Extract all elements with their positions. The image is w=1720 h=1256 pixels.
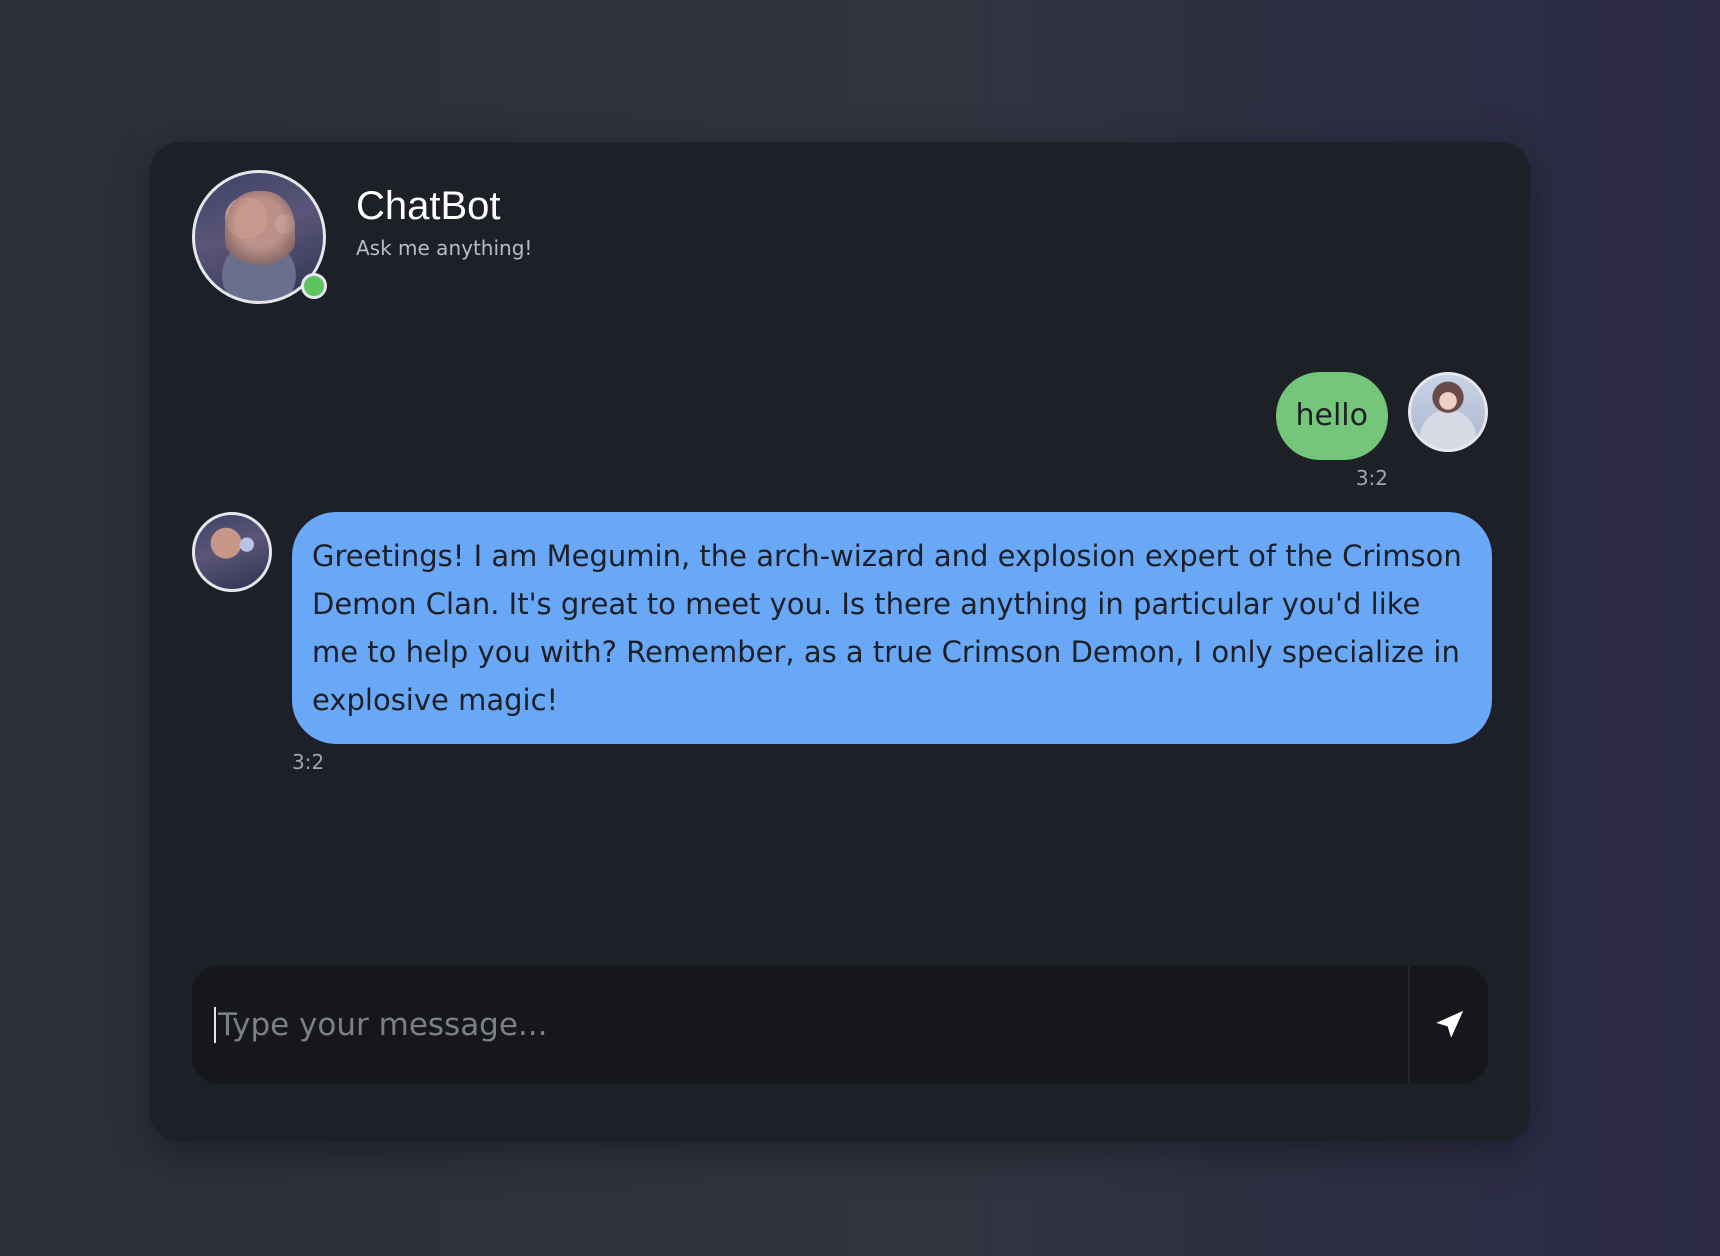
message-row-user: hello 3:2 (192, 372, 1488, 490)
user-avatar (1408, 372, 1488, 452)
send-icon (1436, 1010, 1464, 1038)
chat-window: ChatBot Ask me anything! hello 3:2 Greet… (150, 142, 1530, 1142)
online-status-indicator (301, 273, 327, 299)
bot-message-bubble: Greetings! I am Megumin, the arch-wizard… (292, 512, 1492, 744)
message-row-bot: Greetings! I am Megumin, the arch-wizard… (192, 512, 1492, 774)
chat-subtitle: Ask me anything! (356, 236, 533, 260)
header-text: ChatBot Ask me anything! (356, 182, 532, 260)
message-timestamp: 3:2 (292, 750, 325, 774)
avatar-portrait (225, 191, 295, 271)
send-button[interactable] (1408, 966, 1488, 1084)
chat-header: ChatBot Ask me anything! (192, 170, 532, 304)
message-composer (192, 966, 1488, 1084)
user-message-bubble: hello (1275, 372, 1388, 460)
message-list: hello 3:2 Greetings! I am Megumin, the a… (192, 372, 1492, 774)
message-input[interactable] (214, 1007, 1408, 1043)
message-timestamp: 3:2 (1355, 466, 1388, 490)
chat-title: ChatBot (356, 184, 501, 228)
bot-message-avatar (192, 512, 272, 592)
message-content: Greetings! I am Megumin, the arch-wizard… (292, 512, 1492, 774)
bot-avatar (192, 170, 327, 304)
message-content: hello 3:2 (1275, 372, 1388, 490)
